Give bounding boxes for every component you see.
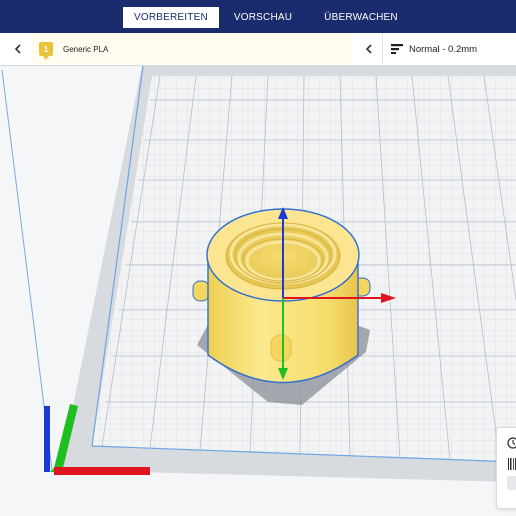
model-front-nub: [270, 334, 292, 362]
back-button[interactable]: [3, 33, 34, 65]
chevron-left-icon: [14, 44, 21, 54]
tab-prepare[interactable]: VORBEREITEN: [123, 7, 219, 28]
panel-action-button[interactable]: [507, 476, 516, 490]
collapse-button[interactable]: [354, 33, 384, 65]
material-selector[interactable]: 1 Generic PLA: [32, 33, 352, 65]
tab-preview[interactable]: VORSCHAU: [223, 7, 303, 28]
print-profile-label: Normal - 0.2mm: [409, 43, 478, 55]
chevron-left-icon: [365, 44, 372, 54]
print-profile-selector[interactable]: Normal - 0.2mm: [382, 33, 516, 65]
print-info-panel[interactable]: [496, 427, 516, 509]
material-label: Generic PLA: [63, 44, 109, 54]
clock-icon: [507, 437, 516, 449]
print-settings-icon: [391, 44, 403, 54]
stage-tabs: VORBEREITEN VORSCHAU ÜBERWACHEN: [123, 7, 409, 28]
barcode-icon: [508, 458, 516, 470]
3d-viewport[interactable]: [0, 66, 516, 516]
model-left-peg: [192, 280, 210, 302]
material-badge-icon: 1: [39, 42, 53, 60]
tab-monitor[interactable]: ÜBERWACHEN: [313, 7, 409, 28]
job-toolbar: 1 Generic PLA Normal - 0.2mm: [0, 33, 516, 66]
stage-header: VORBEREITEN VORSCHAU ÜBERWACHEN: [0, 0, 516, 33]
